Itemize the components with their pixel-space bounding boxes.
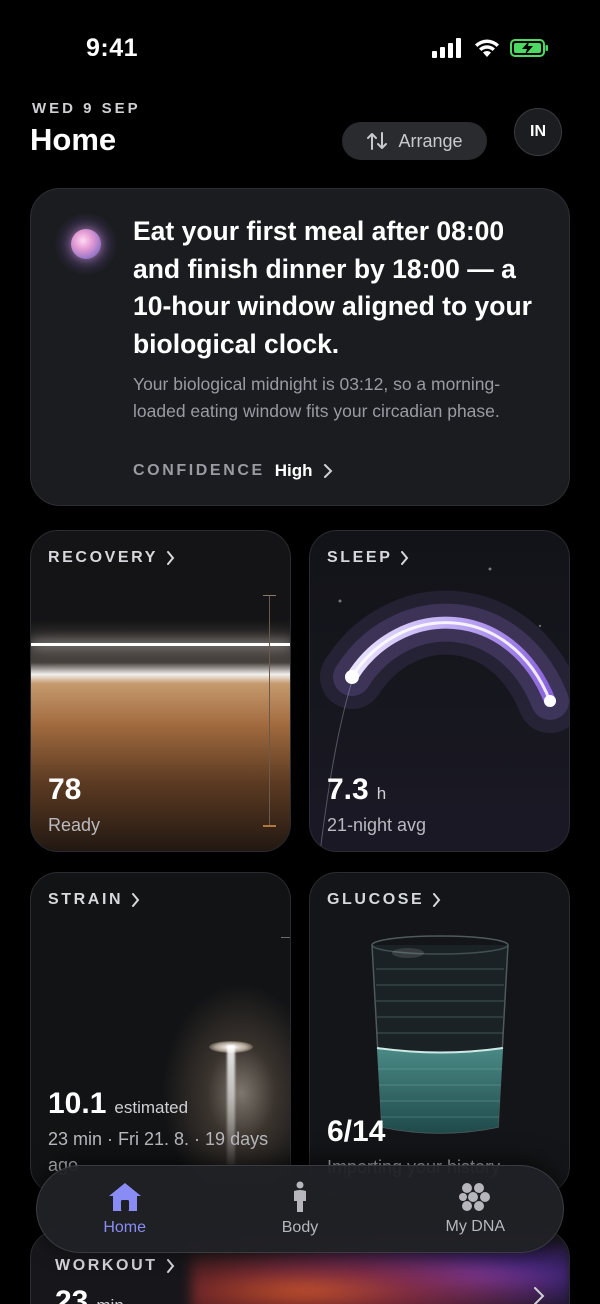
recovery-label-text: RECOVERY <box>48 549 159 566</box>
recovery-value: 78 <box>48 773 81 807</box>
tab-bar: Home Body My DNA <box>36 1165 564 1253</box>
strain-scale-tick <box>281 937 290 938</box>
recovery-scale-top <box>263 595 276 596</box>
recovery-value-text: 78 <box>48 773 82 806</box>
chevron-right-icon <box>132 893 140 907</box>
tab-home[interactable]: Home <box>50 1181 200 1237</box>
tab-body[interactable]: Body <box>225 1181 375 1237</box>
chevron-right-icon <box>166 1259 174 1273</box>
sleep-caption: 21-night avg <box>327 815 427 835</box>
glucose-tile[interactable]: GLUCOSE 6/14 Importing your history <box>309 872 570 1194</box>
sleep-value: 7.3 h <box>327 773 386 807</box>
sort-arrows-icon <box>367 132 388 150</box>
strain-value: 10.1 estimated <box>48 1087 188 1121</box>
strain-label: STRAIN <box>48 891 140 909</box>
strain-value-text: 10.1 <box>48 1087 107 1120</box>
confidence-label: CONFIDENCE <box>133 462 265 479</box>
recovery-tile[interactable]: RECOVERY 78 Ready <box>30 530 291 852</box>
arrange-button[interactable]: Arrange <box>342 122 487 160</box>
strain-tile[interactable]: STRAIN 10.1 estimated 23 min · Fri 21. 8… <box>30 872 291 1194</box>
glucose-label: GLUCOSE <box>327 891 441 909</box>
recovery-level-line <box>31 643 290 646</box>
recovery-scale <box>269 595 270 825</box>
sleep-tile[interactable]: SLEEP 7.3 h 21-night avg <box>309 530 570 852</box>
wifi-icon <box>475 39 499 57</box>
workout-value-text: 23 <box>55 1285 89 1304</box>
insight-headline: Eat your first meal after 08:00 and fini… <box>133 216 532 359</box>
status-time: 9:41 <box>86 34 139 62</box>
insight-detail: Your biological midnight is 03:12, so a … <box>133 374 501 421</box>
tab-body-label: Body <box>281 1219 319 1236</box>
glucose-value-text: 6/14 <box>327 1115 386 1148</box>
recovery-label: RECOVERY <box>48 549 175 567</box>
tab-my-dna[interactable]: My DNA <box>400 1182 550 1236</box>
orb-icon <box>55 213 117 275</box>
sleep-label-text: SLEEP <box>327 549 393 566</box>
arrange-label: Arrange <box>398 130 463 151</box>
workout-label: WORKOUT <box>55 1257 175 1275</box>
glucose-value: 6/14 <box>327 1115 385 1149</box>
avatar[interactable]: IN <box>514 108 562 156</box>
header-date: WED 9 SEP <box>32 100 141 117</box>
confidence-value: High <box>274 461 313 480</box>
chevron-right-icon <box>167 551 175 565</box>
chevron-right-icon <box>534 1287 545 1304</box>
confidence-row[interactable]: CONFIDENCE High <box>133 461 333 481</box>
strain-unit: estimated <box>114 1098 189 1117</box>
workout-value: 23 min <box>55 1285 124 1304</box>
insight-card[interactable]: Eat your first meal after 08:00 and fini… <box>30 188 570 506</box>
workout-unit: min <box>96 1296 123 1304</box>
chevron-right-icon <box>323 464 332 478</box>
strain-label-text: STRAIN <box>48 891 124 908</box>
person-icon <box>293 1181 306 1212</box>
battery-charging-icon <box>510 39 548 57</box>
workout-label-text: WORKOUT <box>55 1257 158 1274</box>
recovery-caption: Ready <box>48 815 101 835</box>
status-icons <box>432 38 550 58</box>
sleep-value-text: 7.3 <box>327 773 369 806</box>
house-icon <box>108 1183 141 1211</box>
glucose-label-text: GLUCOSE <box>327 891 425 908</box>
page-title: Home <box>30 122 117 157</box>
chevron-right-icon <box>401 551 409 565</box>
dna-cluster-icon <box>459 1183 491 1211</box>
tab-home-label: Home <box>103 1219 146 1236</box>
status-bar: 9:41 <box>0 0 600 96</box>
cellular-signal-icon <box>432 38 461 58</box>
sleep-label: SLEEP <box>327 549 409 567</box>
chevron-right-icon <box>433 893 441 907</box>
sleep-unit: h <box>376 784 387 803</box>
tab-my-dna-label: My DNA <box>445 1218 506 1235</box>
